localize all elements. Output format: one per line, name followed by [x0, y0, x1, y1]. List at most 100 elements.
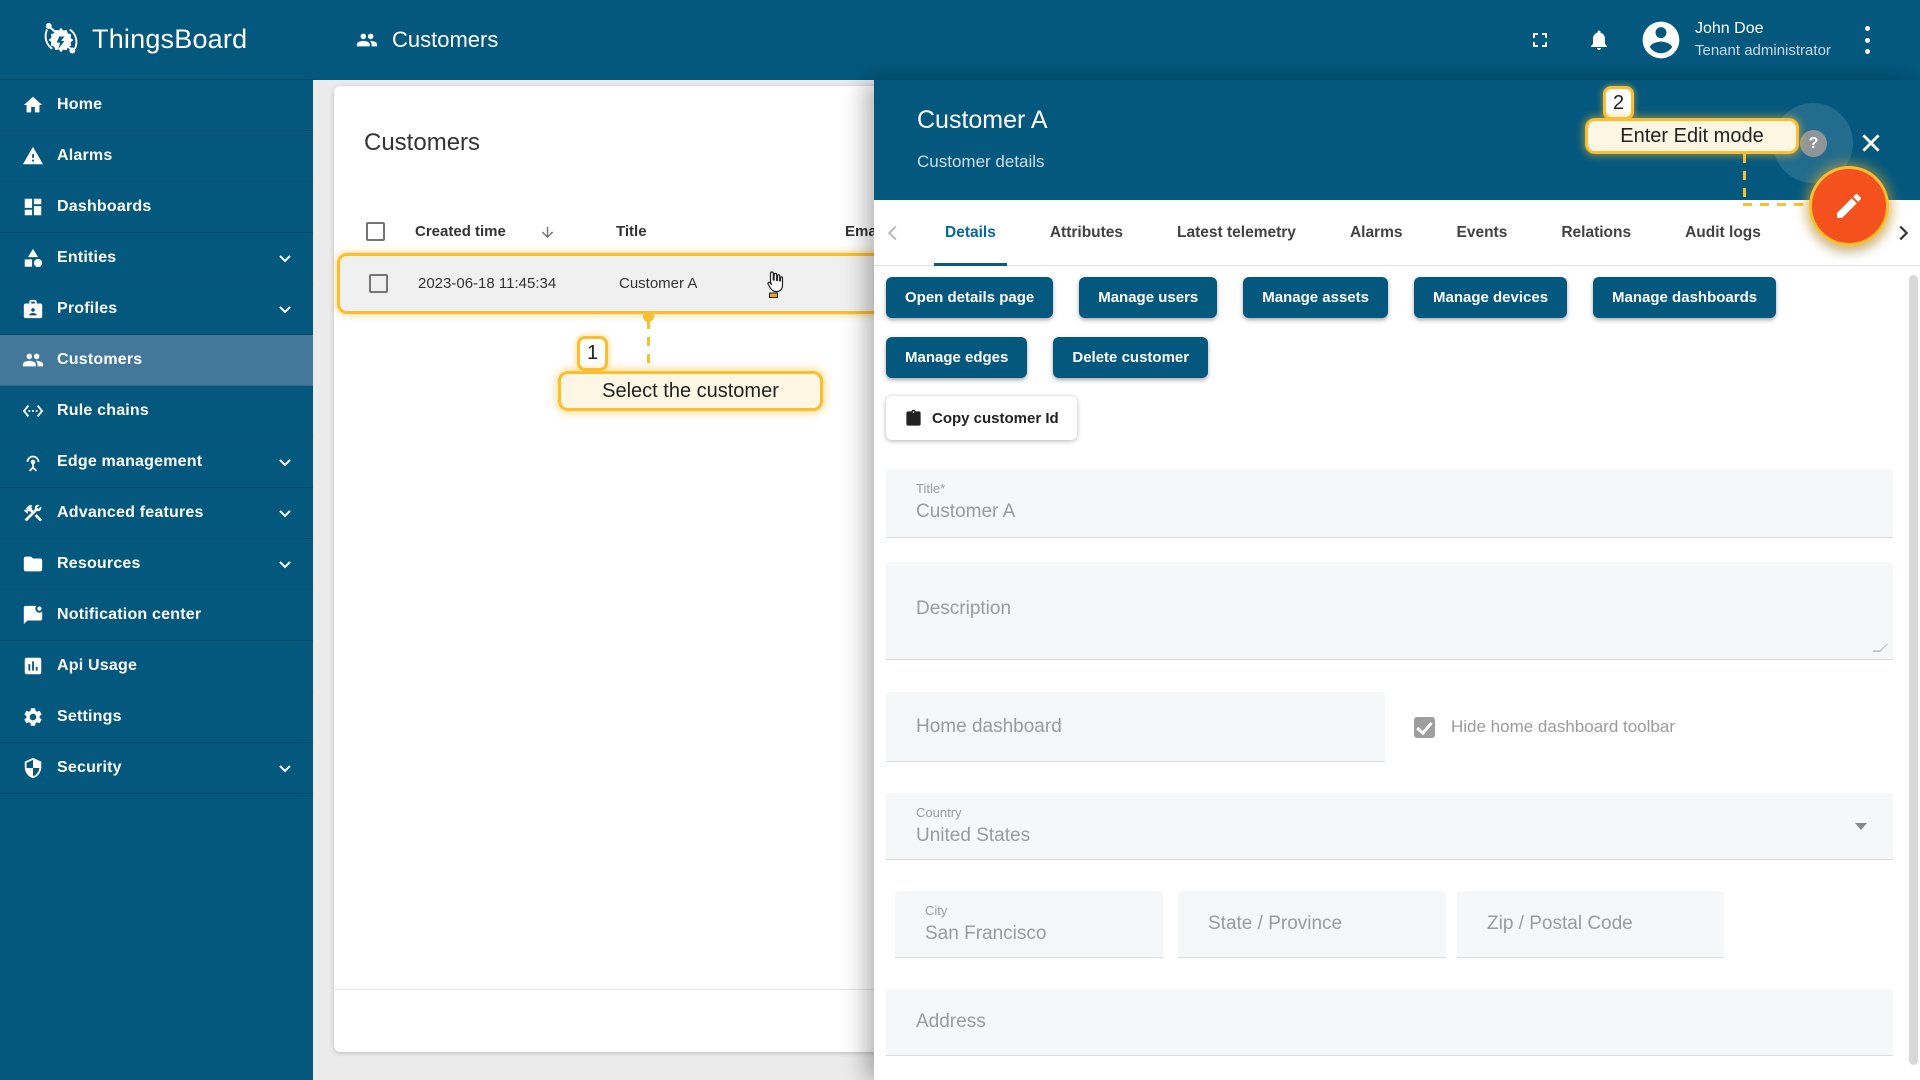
sidebar-item-settings[interactable]: Settings — [0, 692, 313, 743]
step-2-label: Enter Edit mode — [1585, 118, 1799, 154]
sidebar-item-label: Notification center — [57, 606, 202, 623]
sidebar-item-label: Dashboards — [57, 198, 152, 215]
sidebar-item-advanced-features[interactable]: Advanced features — [0, 488, 313, 539]
home-dashboard-placeholder: Home dashboard — [916, 715, 1062, 737]
sidebar-item-home[interactable]: Home — [0, 80, 313, 131]
panel-scrollbar[interactable] — [1909, 275, 1918, 1065]
actions-row-1: Open details page Manage users Manage asse… — [886, 277, 1777, 318]
customer-details-panel: Customer A Customer details ? 2 Enter Ed… — [874, 80, 1920, 1080]
user-name: John Doe — [1695, 20, 1764, 37]
sidebar-item-label: Profiles — [57, 300, 118, 317]
sidebar-item-security[interactable]: Security — [0, 743, 313, 794]
sidebar-item-edge-management[interactable]: Edge management — [0, 437, 313, 488]
row-created-time: 2023-06-18 11:45:34 — [418, 275, 557, 292]
user-role: Tenant administrator — [1695, 42, 1831, 60]
description-field[interactable]: Description — [886, 562, 1893, 660]
hide-toolbar-label: Hide home dashboard toolbar — [1451, 717, 1675, 736]
resize-handle-icon[interactable] — [1872, 644, 1888, 652]
user-info[interactable]: John Doe Tenant administrator — [1695, 17, 1831, 62]
profiles-icon — [23, 299, 43, 319]
tab-details[interactable]: Details — [918, 200, 1023, 266]
sort-desc-icon[interactable] — [539, 224, 556, 241]
topbar: Customers John Doe Tenant administrator — [313, 0, 1920, 80]
row-checkbox[interactable] — [369, 274, 388, 293]
fullscreen-icon[interactable] — [1528, 28, 1552, 52]
user-avatar[interactable] — [1639, 18, 1683, 62]
pencil-icon — [1837, 193, 1862, 218]
security-icon — [24, 757, 42, 779]
entities-icon — [24, 248, 43, 268]
title-field-value: Customer A — [916, 501, 1016, 522]
resources-icon — [23, 556, 43, 572]
copy-customer-id-button[interactable]: Copy customer Id — [886, 396, 1077, 440]
column-created-time[interactable]: Created time — [415, 223, 506, 240]
close-icon[interactable] — [1858, 130, 1884, 156]
sidebar-item-label: Customers — [57, 351, 143, 368]
manage-devices-button[interactable]: Manage devices — [1413, 277, 1568, 318]
home-dashboard-field[interactable]: Home dashboard — [886, 692, 1385, 762]
chevron-down-icon — [279, 306, 291, 314]
state-province-field[interactable]: State / Province — [1178, 891, 1446, 958]
sidebar-item-label: Entities — [57, 249, 117, 266]
sidebar-item-notification-center[interactable]: Notification center — [0, 590, 313, 641]
manage-dashboards-button[interactable]: Manage dashboards — [1593, 277, 1777, 318]
manage-edges-button[interactable]: Manage edges — [886, 337, 1028, 378]
sidebar-item-customers[interactable]: Customers — [0, 335, 313, 386]
logo[interactable]: ThingsBoard — [0, 0, 313, 80]
country-label: Country — [916, 805, 962, 820]
thingsboard-logo-icon — [44, 22, 78, 53]
help-icon[interactable]: ? — [1800, 130, 1827, 157]
tab-list: Details Attributes Latest telemetry Alarms E… — [918, 200, 1788, 266]
sidebar-item-label: Api Usage — [57, 657, 138, 674]
panel-subtitle: Customer details — [917, 152, 1045, 171]
annotation-connector-2v — [1743, 154, 1746, 206]
tab-alarms[interactable]: Alarms — [1323, 200, 1430, 266]
more-menu-icon[interactable] — [1865, 26, 1871, 54]
tab-attributes[interactable]: Attributes — [1023, 200, 1150, 266]
cursor-pointer-icon — [767, 271, 784, 298]
customers-icon — [356, 33, 378, 47]
title-field[interactable]: Title* Customer A — [886, 469, 1893, 538]
column-title[interactable]: Title — [616, 223, 647, 240]
tab-events[interactable]: Events — [1430, 200, 1535, 266]
sidebar-item-alarms[interactable]: Alarms — [0, 131, 313, 182]
chevron-down-icon — [279, 765, 291, 773]
sidebar-item-label: Home — [57, 96, 103, 113]
sidebar-item-resources[interactable]: Resources — [0, 539, 313, 590]
home-icon — [23, 96, 43, 113]
chevron-down-icon — [1855, 823, 1867, 830]
select-all-checkbox[interactable] — [366, 222, 385, 241]
delete-customer-button[interactable]: Delete customer — [1053, 337, 1209, 378]
api-usage-icon — [24, 657, 42, 675]
tabs-scroll-right-icon[interactable] — [1892, 222, 1914, 244]
sidebar-item-api-usage[interactable]: Api Usage — [0, 641, 313, 692]
zip-postal-field[interactable]: Zip / Postal Code — [1457, 891, 1724, 958]
sidebar-item-label: Advanced features — [57, 504, 204, 521]
card-title: Customers — [364, 129, 481, 156]
open-details-page-button[interactable]: Open details page — [886, 277, 1054, 318]
panel-title: Customer A — [917, 106, 1048, 134]
sidebar-item-dashboards[interactable]: Dashboards — [0, 182, 313, 233]
sidebar-item-rule-chains[interactable]: Rule chains — [0, 386, 313, 437]
tab-relations[interactable]: Relations — [1534, 200, 1658, 266]
sidebar-item-label: Alarms — [57, 147, 113, 164]
chevron-down-icon — [279, 561, 291, 569]
tabs-scroll-left-icon[interactable] — [882, 222, 904, 244]
country-value: United States — [916, 825, 1031, 846]
edit-fab-button[interactable] — [1809, 166, 1889, 246]
clipboard-icon — [906, 409, 921, 426]
city-field[interactable]: City San Francisco — [895, 891, 1163, 958]
tab-audit-logs[interactable]: Audit logs — [1658, 200, 1788, 266]
notification-center-icon — [23, 604, 44, 625]
manage-assets-button[interactable]: Manage assets — [1243, 277, 1388, 318]
tab-latest-telemetry[interactable]: Latest telemetry — [1150, 200, 1323, 266]
address-field[interactable]: Address — [886, 989, 1893, 1056]
country-select[interactable]: Country United States — [886, 793, 1893, 860]
advanced-features-icon — [23, 504, 43, 522]
sidebar-item-entities[interactable]: Entities — [0, 233, 313, 284]
hide-toolbar-checkbox[interactable] — [1414, 716, 1435, 738]
sidebar-item-profiles[interactable]: Profiles — [0, 284, 313, 335]
step-1-badge: 1 — [577, 336, 608, 371]
manage-users-button[interactable]: Manage users — [1079, 277, 1218, 318]
notifications-bell-icon[interactable] — [1587, 28, 1611, 52]
